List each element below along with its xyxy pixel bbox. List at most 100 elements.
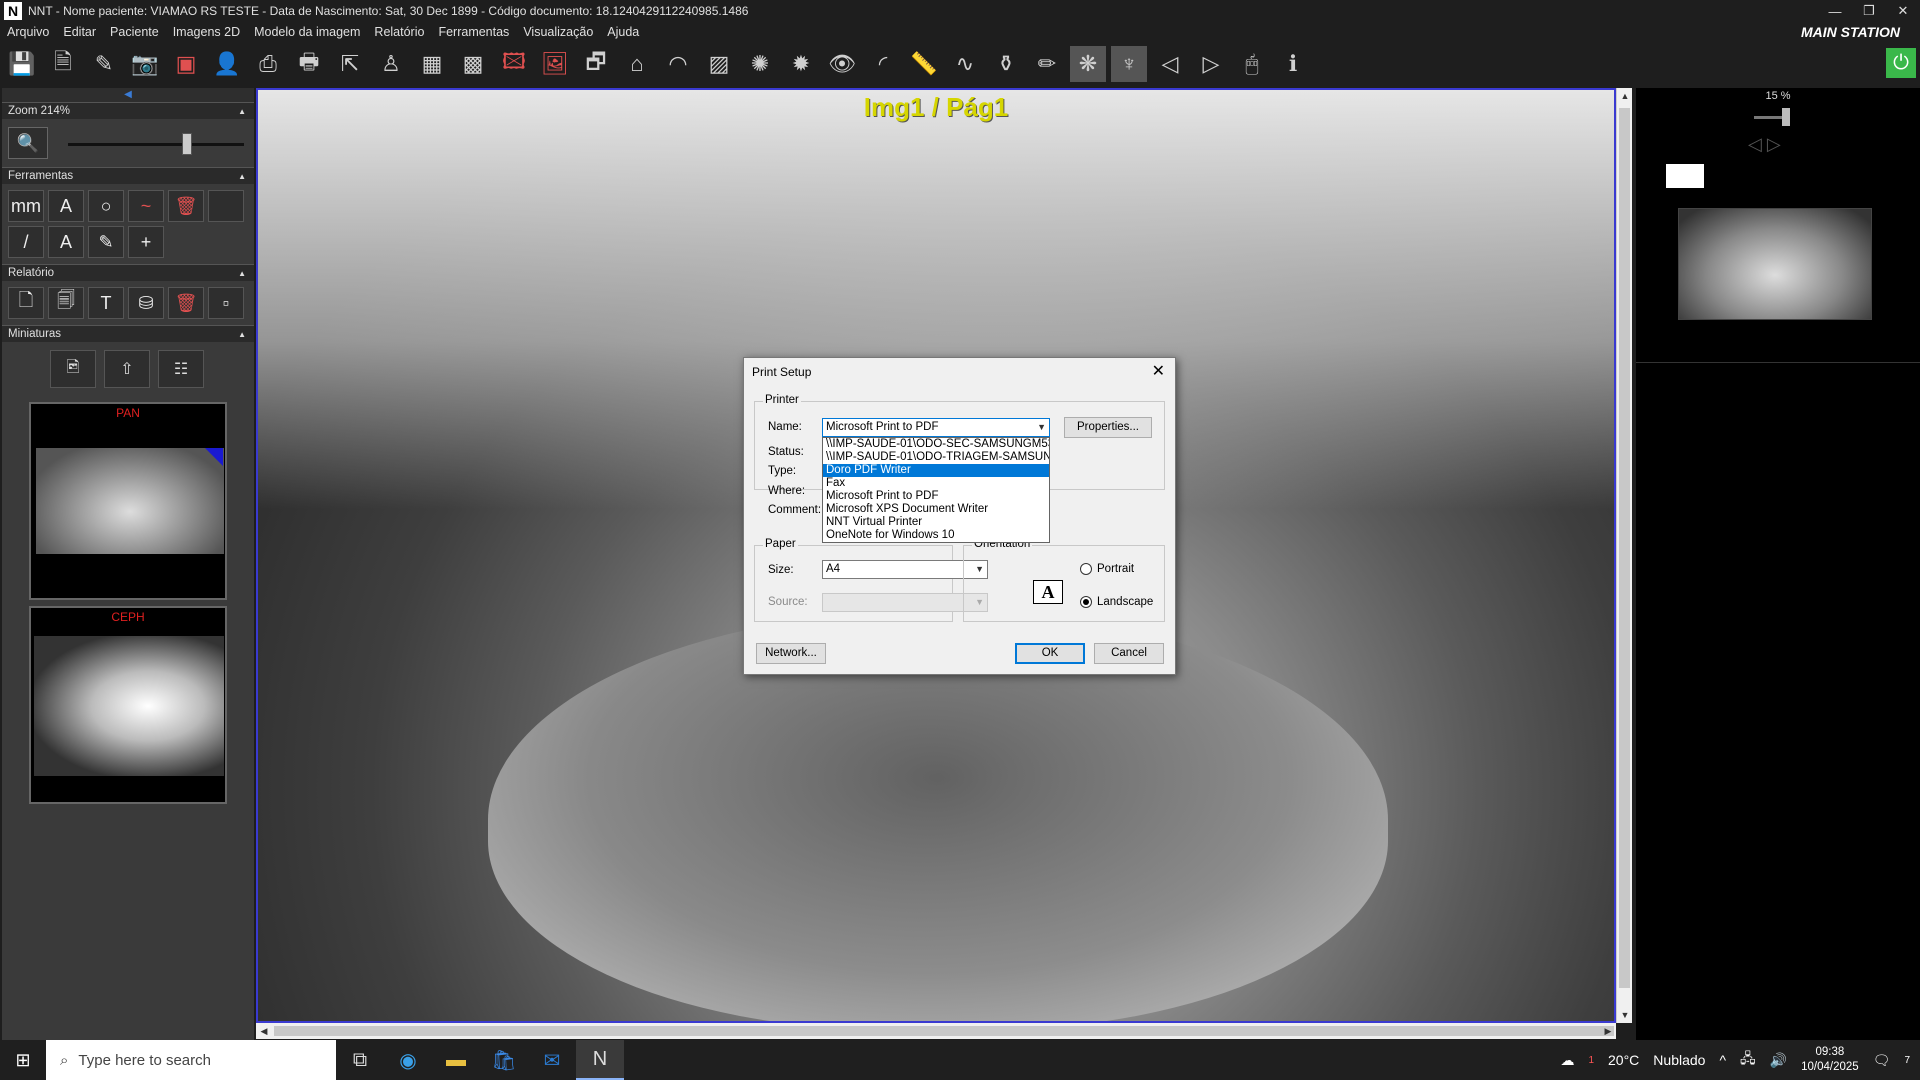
brightness-icon[interactable]: ✺	[742, 46, 778, 82]
page-zoom-thumb[interactable]	[1782, 108, 1790, 126]
close-icon[interactable]: ✕	[1886, 0, 1920, 22]
cancel-button[interactable]: Cancel	[1094, 643, 1164, 664]
close-case-icon[interactable]: ▣	[168, 46, 204, 82]
restore-icon[interactable]: ❐	[1852, 0, 1886, 22]
clock[interactable]: 09:38 10/04/2025	[1801, 1045, 1859, 1075]
tooth-grid-icon[interactable]: ❋	[1070, 46, 1106, 82]
image-delete-icon[interactable]: 🖾	[496, 46, 532, 82]
thumbnail-pan[interactable]: PAN	[29, 402, 227, 600]
landscape-label[interactable]: Landscape	[1097, 596, 1153, 608]
report-images-icon[interactable]: 🗐	[48, 287, 84, 319]
contrast-icon[interactable]: ✹	[783, 46, 819, 82]
dialog-close-icon[interactable]: ✕	[1152, 361, 1165, 381]
edit-doc-icon[interactable]: ✎	[86, 46, 122, 82]
text-angle-tool-icon[interactable]: A	[48, 190, 84, 222]
pencil-icon[interactable]: ✏	[1029, 46, 1065, 82]
image-edit-icon[interactable]: 🖻	[50, 350, 96, 388]
file-explorer-icon[interactable]: ▬	[432, 1040, 480, 1080]
report-add-icon[interactable]: 🗋	[8, 287, 44, 319]
images-icon[interactable]: 🗗	[578, 46, 614, 82]
network-icon[interactable]: 🖧	[1740, 1048, 1756, 1072]
trash-icon[interactable]: 🗑	[168, 190, 204, 222]
scanner-icon[interactable]: ⎙	[250, 46, 286, 82]
scroll-right-icon[interactable]: ▶	[1600, 1023, 1616, 1039]
printer-option[interactable]: Microsoft Print to PDF	[823, 490, 1049, 503]
store-icon[interactable]: 🛍	[480, 1040, 528, 1080]
circle-tool-icon[interactable]: ○	[88, 190, 124, 222]
horizontal-scrollbar[interactable]: ◀ ▶	[256, 1023, 1616, 1039]
printer-option[interactable]: \\IMP-SAUDE-01\ODO-SEC-SAMSUNGM537	[823, 438, 1049, 451]
taskbar-search[interactable]: ⌕ Type here to search	[46, 1040, 336, 1080]
report-db-icon[interactable]: ⛁	[128, 287, 164, 319]
tooth-icon[interactable]: ♆	[1111, 46, 1147, 82]
image-upload-icon[interactable]: ⇧	[104, 350, 150, 388]
export-icon[interactable]: ⇱	[332, 46, 368, 82]
visibility-icon[interactable]: 👁	[824, 46, 860, 82]
scroll-left-icon[interactable]: ◀	[256, 1023, 272, 1039]
printer-option[interactable]: Fax	[823, 477, 1049, 490]
volume-icon[interactable]: 🔊	[1770, 1052, 1787, 1069]
menu-relatorio[interactable]: Relatório	[367, 25, 431, 39]
layout-icon[interactable]: ☷	[158, 350, 204, 388]
add-implant-icon[interactable]: +	[128, 226, 164, 258]
menu-arquivo[interactable]: Arquivo	[0, 25, 56, 39]
collapse-left-icon[interactable]: ◀	[2, 88, 254, 102]
zoom-section-header[interactable]: Zoom 214%	[2, 102, 254, 120]
weather-temp[interactable]: 20°C	[1608, 1052, 1639, 1068]
curve-icon[interactable]: ∿	[947, 46, 983, 82]
curve-tool-icon[interactable]: ~	[128, 190, 164, 222]
landscape-radio[interactable]	[1080, 596, 1092, 608]
text-tool-icon[interactable]: A	[48, 226, 84, 258]
zoom-slider-thumb[interactable]	[182, 133, 192, 155]
printer-name-select[interactable]: Microsoft Print to PDF ▼	[822, 418, 1050, 437]
save-icon[interactable]: 💾	[4, 46, 40, 82]
save-as-icon[interactable]: 🗎	[45, 46, 81, 82]
image-adjust-icon[interactable]: ▨	[701, 46, 737, 82]
notification-icon[interactable]: 🗨	[1873, 1052, 1891, 1069]
minimize-icon[interactable]: —	[1818, 0, 1852, 22]
zoom-icon[interactable]: 🔍	[8, 127, 48, 159]
menu-imagens-2d[interactable]: Imagens 2D	[166, 25, 247, 39]
printer-option[interactable]: \\IMP-SAUDE-01\ODO-TRIAGEM-SAMSUNG	[823, 451, 1049, 464]
scroll-down-icon[interactable]: ▼	[1617, 1007, 1633, 1023]
arc-tool-icon[interactable]: ◠	[660, 46, 696, 82]
report-page-preview[interactable]	[1678, 208, 1872, 320]
patient-icon[interactable]: 👤	[209, 46, 245, 82]
printer-option[interactable]: Microsoft XPS Document Writer	[823, 503, 1049, 516]
page-nav-icons[interactable]: ◁ ▷	[1748, 134, 1781, 155]
power-icon[interactable]: ⏻	[1886, 48, 1916, 78]
weather-icon[interactable]: ☁	[1560, 1052, 1574, 1069]
implant-icon[interactable]: ⚱	[988, 46, 1024, 82]
menu-modelo-imagem[interactable]: Modelo da imagem	[247, 25, 367, 39]
ruler-icon[interactable]: 📏	[906, 46, 942, 82]
camera-icon[interactable]: 📷	[127, 46, 163, 82]
horizontal-scroll-thumb[interactable]	[274, 1026, 1614, 1036]
edge-icon[interactable]: ◉	[384, 1040, 432, 1080]
images-delete-icon[interactable]: 🖼	[537, 46, 573, 82]
next-icon[interactable]: ▷	[1193, 46, 1229, 82]
report-section-header[interactable]: Relatório	[2, 264, 254, 282]
network-button[interactable]: Network...	[756, 643, 826, 664]
ok-button[interactable]: OK	[1015, 643, 1085, 664]
measure-tool-icon[interactable]: mm	[8, 190, 44, 222]
angle-tool-icon[interactable]: ✎	[88, 226, 124, 258]
portrait-radio[interactable]	[1080, 563, 1092, 575]
grid-icon[interactable]: ▦	[414, 46, 450, 82]
person-outline-icon[interactable]: ♙	[373, 46, 409, 82]
tools-section-header[interactable]: Ferramentas	[2, 167, 254, 185]
menu-editar[interactable]: Editar	[56, 25, 103, 39]
grid-alt-icon[interactable]: ▩	[455, 46, 491, 82]
vertical-scrollbar[interactable]: ▲ ▼	[1616, 88, 1632, 1023]
zoom-slider[interactable]	[68, 143, 244, 146]
printer-option[interactable]: NNT Virtual Printer	[823, 516, 1049, 529]
windows-start-icon[interactable]: ⊞	[0, 1040, 46, 1080]
scroll-up-icon[interactable]: ▲	[1617, 88, 1633, 104]
nnt-app-icon[interactable]: N	[576, 1040, 624, 1080]
print-icon[interactable]: 🖶	[291, 46, 327, 82]
arch-icon[interactable]: ◜	[865, 46, 901, 82]
portrait-label[interactable]: Portrait	[1097, 563, 1134, 575]
report-text-icon[interactable]: T	[88, 287, 124, 319]
printer-option-highlighted[interactable]: Doro PDF Writer	[823, 464, 1049, 477]
menu-paciente[interactable]: Paciente	[103, 25, 166, 39]
mouse-icon[interactable]: 🖱	[1234, 46, 1270, 82]
